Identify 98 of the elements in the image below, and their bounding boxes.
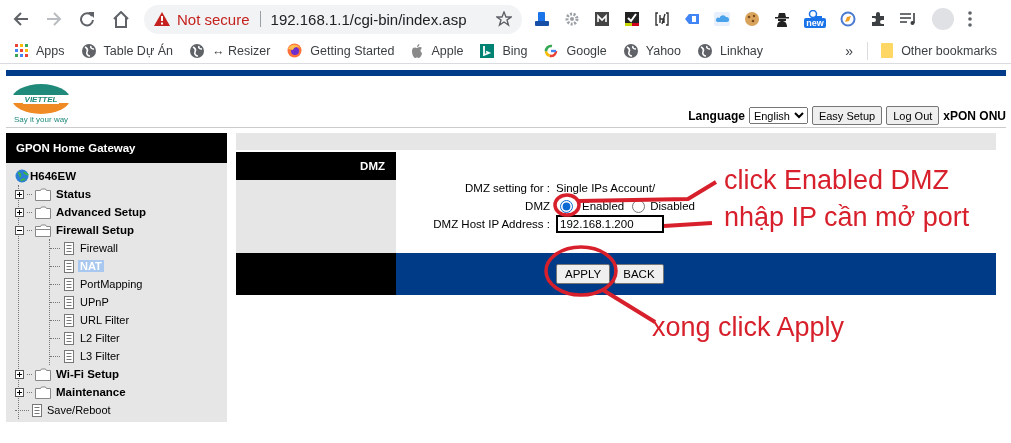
compass-icon[interactable]	[840, 11, 856, 27]
globe-icon	[623, 43, 638, 58]
field-value: Single IPs Account/	[556, 181, 656, 195]
tree-item[interactable]: PortMapping	[78, 278, 145, 290]
annotation-circle	[553, 193, 581, 217]
bookmark[interactable]: Linkhay	[698, 43, 764, 58]
reload-icon[interactable]	[79, 11, 95, 27]
overflow-button[interactable]: »	[845, 42, 854, 59]
tree-item[interactable]: Firewall	[78, 242, 120, 254]
folder-icon	[35, 205, 51, 219]
page-icon	[64, 313, 74, 327]
bracket-icon[interactable]	[654, 11, 670, 27]
star-icon[interactable]	[496, 11, 512, 27]
annotation-text: click Enabled DMZ	[724, 164, 950, 196]
tree-item[interactable]: L3 Filter	[78, 350, 122, 362]
tree-item[interactable]: Firewall Setup	[54, 224, 136, 236]
easy-setup-button[interactable]: Easy Setup	[811, 106, 883, 125]
page-icon	[64, 349, 74, 363]
bookmark[interactable]: Apple	[411, 43, 464, 58]
folder-icon	[881, 43, 894, 58]
page-icon	[64, 295, 74, 309]
apple-icon	[411, 43, 424, 58]
field-label: DMZ Host IP Address :	[433, 217, 550, 231]
ring-icon	[544, 43, 559, 58]
plus-box-icon[interactable]	[15, 369, 24, 379]
tree-item[interactable]: Status	[54, 188, 94, 200]
tree-item[interactable]: Advanced Setup	[54, 206, 149, 218]
cloud-icon[interactable]	[714, 11, 730, 27]
option-label: Enabled	[582, 199, 625, 213]
sidebar-title: GPON Home Gateway	[6, 133, 227, 163]
annotation-line	[663, 221, 713, 228]
cookie-icon[interactable]	[744, 11, 760, 27]
radio-button[interactable]	[632, 199, 646, 213]
tag-icon[interactable]	[684, 11, 700, 27]
apply-button[interactable]: APPLY	[556, 264, 611, 284]
input-field[interactable]: 192.168.1.200	[556, 215, 664, 233]
apps-icon	[15, 44, 28, 57]
back-icon[interactable]	[13, 11, 29, 27]
globe-icon	[190, 43, 204, 58]
back-button[interactable]: BACK	[614, 264, 664, 284]
url-text: 192.168.1.1/cgi-bin/index.asp	[270, 10, 468, 28]
bookmark-folder[interactable]: Other bookmarks	[881, 43, 997, 58]
page-icon	[64, 277, 74, 291]
annotation-text: xong click Apply	[652, 311, 845, 343]
spy-icon[interactable]	[774, 11, 790, 27]
language-label: Language	[688, 108, 745, 123]
tree-item[interactable]: Wi-Fi Setup	[54, 368, 122, 380]
tree-item[interactable]: UPnP	[78, 296, 111, 308]
logo: VIETTEL Say it your way	[12, 84, 70, 124]
annotation-text: nhập IP cần mở port	[724, 201, 970, 233]
plus-box-icon[interactable]	[15, 207, 24, 217]
field-label: DMZ	[525, 199, 550, 213]
tree-root[interactable]: H646EW	[30, 170, 77, 182]
logout-button[interactable]: Log Out	[886, 106, 940, 125]
tree-item[interactable]: Save/Reboot	[45, 404, 113, 416]
folder-icon	[35, 187, 51, 201]
phone-icon[interactable]	[534, 11, 550, 27]
page-icon	[32, 403, 42, 417]
option-label: Disabled	[650, 199, 695, 213]
tree-item[interactable]: L2 Filter	[78, 332, 122, 344]
extensions-icon[interactable]	[870, 11, 886, 27]
page-icon	[64, 331, 74, 345]
language-dropdown[interactable]: English	[748, 107, 808, 124]
minus-box-icon[interactable]	[15, 225, 24, 235]
globe-icon	[81, 43, 96, 58]
warning-icon	[154, 12, 170, 26]
bookmark[interactable]: Yahoo	[623, 43, 681, 58]
flame-globe-icon	[287, 43, 303, 58]
folder-icon	[35, 223, 51, 237]
square-icon[interactable]	[594, 11, 610, 27]
tree-item[interactable]: Maintenance	[54, 386, 128, 398]
bookmark[interactable]: Table Dự Án	[81, 43, 173, 58]
panel-title: DMZ	[236, 152, 396, 180]
globe-icon	[15, 169, 29, 183]
bookmark[interactable]: Google	[544, 43, 607, 58]
playlist-icon[interactable]	[900, 12, 918, 26]
page-icon	[64, 241, 74, 255]
tree-item[interactable]: URL Filter	[78, 314, 132, 326]
folder-icon	[35, 367, 51, 381]
globe-icon	[698, 43, 712, 58]
plus-box-icon[interactable]	[15, 189, 24, 199]
folder-icon	[35, 385, 51, 399]
field-label: DMZ setting for :	[465, 181, 550, 195]
checkmark-icon[interactable]	[624, 11, 640, 27]
page-icon	[64, 259, 74, 273]
bookmark[interactable]: Getting Started	[287, 43, 395, 58]
product-name: xPON ONU	[943, 108, 1006, 123]
bookmark[interactable]: Bing	[480, 43, 528, 58]
home-icon[interactable]	[112, 10, 130, 28]
tile-icon	[480, 43, 495, 58]
security-label: Not secure	[177, 10, 250, 28]
address-bar[interactable]: Not secure 192.168.1.1/cgi-bin/index.asp	[144, 4, 522, 34]
bookmark[interactable]: ↔ Resizer	[190, 43, 271, 58]
menu-icon[interactable]	[968, 11, 972, 27]
plus-box-icon[interactable]	[15, 387, 24, 397]
radio-button[interactable]	[560, 199, 573, 213]
bookmark[interactable]: Apps	[15, 43, 65, 58]
gear-icon[interactable]	[564, 11, 580, 27]
